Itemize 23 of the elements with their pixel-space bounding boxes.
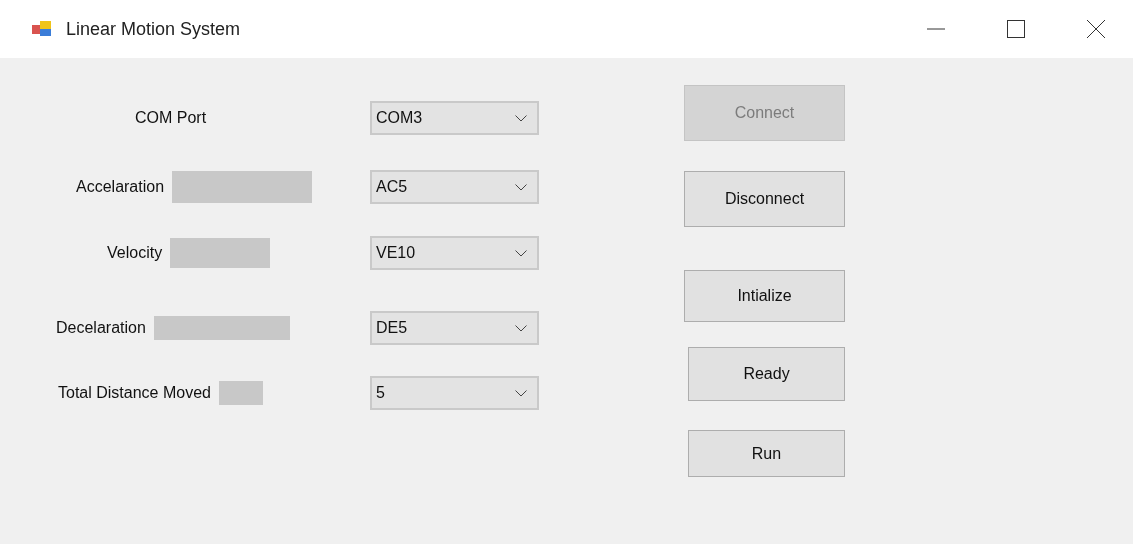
field-label: Velocity [107,244,163,262]
chevron-icon [515,183,527,191]
dropdown[interactable]: AC5 [370,170,539,204]
field-label: Decelaration [56,319,146,337]
dropdown[interactable]: VE10 [370,236,539,270]
dropdown[interactable]: 5 [370,376,539,410]
action-button[interactable]: Ready [688,347,845,401]
dropdown[interactable]: COM3 [370,101,539,135]
action-button[interactable]: Disconnect [684,171,845,227]
field-label: COM Port [135,109,207,127]
maximize-icon[interactable] [1007,20,1025,38]
chevron-icon [515,389,527,397]
close-icon[interactable] [1087,20,1105,38]
app-icon [32,21,52,37]
action-button[interactable]: Run [688,430,845,477]
chevron-icon [515,324,527,332]
window-title: Linear Motion System [66,18,241,40]
chevron-icon [515,114,527,122]
action-button[interactable]: Intialize [684,270,845,322]
field-label: Accelaration [76,178,165,196]
field-label: Total Distance Moved [58,384,211,402]
chevron-icon [515,249,527,257]
dropdown[interactable]: DE5 [370,311,539,345]
